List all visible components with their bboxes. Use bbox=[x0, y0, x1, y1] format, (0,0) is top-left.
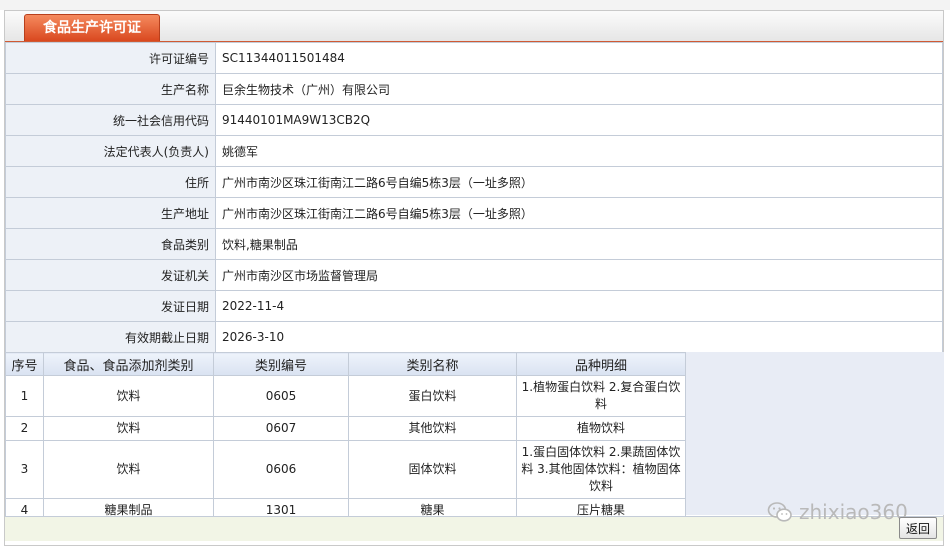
info-row: 发证机关 广州市南沙区市场监督管理局 bbox=[5, 259, 943, 291]
info-value: SC11344011501484 bbox=[215, 42, 943, 74]
cell-code: 0607 bbox=[213, 416, 349, 441]
wechat-icon bbox=[767, 502, 792, 522]
col-header-category: 食品、食品添加剂类别 bbox=[43, 352, 214, 376]
table-row: 1 饮料 0605 蛋白饮料 1.植物蛋白饮料 2.复合蛋白饮料 bbox=[5, 375, 686, 417]
info-row: 有效期截止日期 2026-3-10 bbox=[5, 321, 943, 353]
table-row: 2 饮料 0607 其他饮料 植物饮料 bbox=[5, 416, 686, 441]
license-info-table: 许可证编号 SC11344011501484 生产名称 巨余生物技术（广州）有限… bbox=[5, 42, 943, 353]
cell-detail: 植物饮料 bbox=[516, 416, 686, 441]
info-value: 2026-3-10 bbox=[215, 321, 943, 353]
info-label: 生产地址 bbox=[5, 197, 216, 229]
cell-code: 0606 bbox=[213, 440, 349, 499]
cell-detail: 1.蛋白固体饮料 2.果蔬固体饮料 3.其他固体饮料：植物固体饮料 bbox=[516, 440, 686, 499]
info-label: 许可证编号 bbox=[5, 42, 216, 74]
info-row: 统一社会信用代码 91440101MA9W13CB2Q bbox=[5, 104, 943, 136]
info-row: 食品类别 饮料,糖果制品 bbox=[5, 228, 943, 260]
empty-side-panel bbox=[685, 352, 944, 515]
cell-detail: 1.植物蛋白饮料 2.复合蛋白饮料 bbox=[516, 375, 686, 417]
info-row: 住所 广州市南沙区珠江街南江二路6号自编5栋3层（一址多照） bbox=[5, 166, 943, 198]
cell-name: 蛋白饮料 bbox=[348, 375, 517, 417]
cell-no: 1 bbox=[5, 375, 44, 417]
tab-food-production-license[interactable]: 食品生产许可证 bbox=[24, 14, 160, 41]
info-value: 91440101MA9W13CB2Q bbox=[215, 104, 943, 136]
col-header-no: 序号 bbox=[5, 352, 44, 376]
cell-no: 3 bbox=[5, 440, 44, 499]
info-label: 住所 bbox=[5, 166, 216, 198]
info-row: 生产名称 巨余生物技术（广州）有限公司 bbox=[5, 73, 943, 105]
info-value: 广州市南沙区珠江街南江二路6号自编5栋3层（一址多照） bbox=[215, 166, 943, 198]
info-label: 发证机关 bbox=[5, 259, 216, 291]
table-row: 3 饮料 0606 固体饮料 1.蛋白固体饮料 2.果蔬固体饮料 3.其他固体饮… bbox=[5, 440, 686, 499]
col-header-detail: 品种明细 bbox=[516, 352, 686, 376]
info-value: 广州市南沙区市场监督管理局 bbox=[215, 259, 943, 291]
col-header-name: 类别名称 bbox=[348, 352, 517, 376]
col-header-code: 类别编号 bbox=[213, 352, 349, 376]
watermark: zhixiao360 bbox=[767, 499, 908, 525]
info-label: 发证日期 bbox=[5, 290, 216, 322]
watermark-text: zhixiao360 bbox=[799, 500, 908, 524]
cell-name: 固体饮料 bbox=[348, 440, 517, 499]
food-category-table: 序号 食品、食品添加剂类别 类别编号 类别名称 品种明细 1 饮料 0605 蛋… bbox=[5, 352, 686, 523]
info-row: 许可证编号 SC11344011501484 bbox=[5, 42, 943, 74]
info-value: 饮料,糖果制品 bbox=[215, 228, 943, 260]
back-button[interactable]: 返回 bbox=[899, 517, 937, 539]
info-label: 食品类别 bbox=[5, 228, 216, 260]
info-row: 生产地址 广州市南沙区珠江街南江二路6号自编5栋3层（一址多照） bbox=[5, 197, 943, 229]
info-label: 生产名称 bbox=[5, 73, 216, 105]
cell-category: 饮料 bbox=[43, 440, 214, 499]
info-value: 2022-11-4 bbox=[215, 290, 943, 322]
cell-code: 0605 bbox=[213, 375, 349, 417]
cell-category: 饮料 bbox=[43, 416, 214, 441]
info-label: 法定代表人(负责人) bbox=[5, 135, 216, 167]
cell-no: 2 bbox=[5, 416, 44, 441]
top-strip bbox=[0, 0, 950, 10]
license-panel: 食品生产许可证 许可证编号 SC11344011501484 生产名称 巨余生物… bbox=[4, 10, 944, 546]
info-label: 统一社会信用代码 bbox=[5, 104, 216, 136]
cell-name: 其他饮料 bbox=[348, 416, 517, 441]
info-row: 发证日期 2022-11-4 bbox=[5, 290, 943, 322]
info-value: 姚德军 bbox=[215, 135, 943, 167]
cell-category: 饮料 bbox=[43, 375, 214, 417]
table-header-row: 序号 食品、食品添加剂类别 类别编号 类别名称 品种明细 bbox=[5, 352, 686, 376]
info-value: 巨余生物技术（广州）有限公司 bbox=[215, 73, 943, 105]
info-label: 有效期截止日期 bbox=[5, 321, 216, 353]
tab-bar: 食品生产许可证 bbox=[5, 11, 943, 42]
info-value: 广州市南沙区珠江街南江二路6号自编5栋3层（一址多照） bbox=[215, 197, 943, 229]
info-row: 法定代表人(负责人) 姚德军 bbox=[5, 135, 943, 167]
